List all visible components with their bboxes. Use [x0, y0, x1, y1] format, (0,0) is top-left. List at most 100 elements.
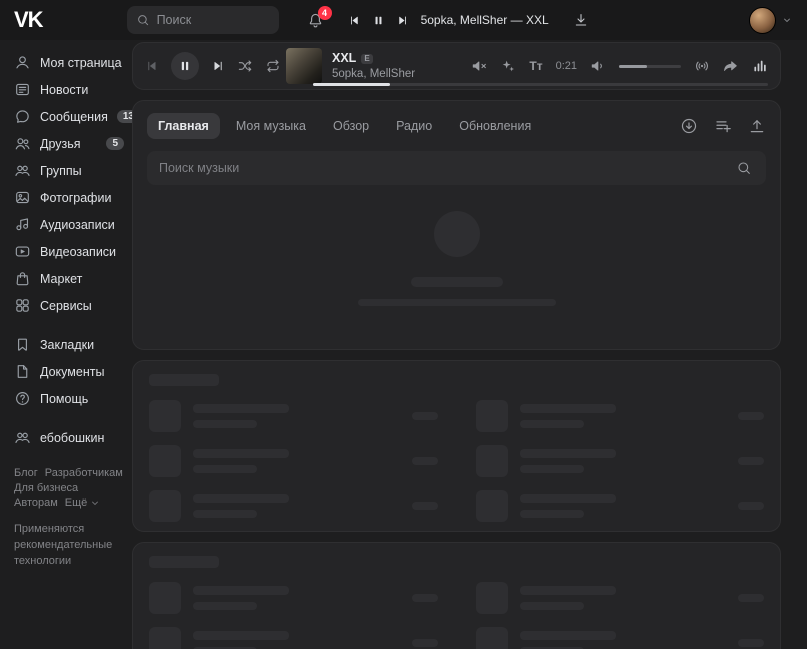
skeleton-thumb [476, 490, 508, 522]
elapsed-time: 0:21 [556, 60, 577, 72]
skeleton-row [476, 400, 765, 432]
equalizer-stats-icon[interactable] [752, 58, 768, 74]
skeleton-duration [412, 594, 438, 602]
skeleton-thumb [149, 445, 181, 477]
download-track-button[interactable] [573, 12, 589, 28]
tab-updates[interactable]: Обновления [448, 113, 542, 139]
skeleton-line [520, 449, 616, 458]
sidebar-item-market[interactable]: Маркет [14, 265, 124, 292]
track-meta: XXL E 5opka, MellSher [332, 50, 415, 81]
tab-overview[interactable]: Обзор [322, 113, 380, 139]
sidebar-item-label: Аудиозаписи [40, 218, 115, 232]
services-icon [14, 297, 31, 314]
sidebar-group-shortcut[interactable]: ебобошкин [14, 424, 124, 451]
skip-next-icon[interactable] [211, 59, 225, 73]
repeat-icon[interactable] [265, 58, 281, 74]
enhance-sparkle-icon[interactable] [500, 58, 516, 74]
skeleton-thumb [149, 400, 181, 432]
global-search-input[interactable] [157, 13, 270, 27]
document-icon [14, 363, 31, 380]
sidebar-item-news[interactable]: Новости [14, 76, 124, 103]
sidebar-item-services[interactable]: Сервисы [14, 292, 124, 319]
sidebar-item-photos[interactable]: Фотографии [14, 184, 124, 211]
topbar: VK 4 5opka, MellSher — XXL [0, 0, 807, 40]
notifications-button[interactable]: 4 [307, 12, 324, 29]
tab-my-music[interactable]: Моя музыка [225, 113, 317, 139]
global-search[interactable] [127, 6, 279, 34]
sidebar-item-documents[interactable]: Документы [14, 358, 124, 385]
skeleton-line [520, 465, 584, 473]
skip-previous-icon[interactable] [348, 14, 361, 27]
skeleton-duration [412, 457, 438, 465]
avatar [749, 7, 776, 34]
download-music-icon[interactable] [680, 117, 698, 135]
sidebar-item-help[interactable]: Помощь [14, 385, 124, 412]
footer-link-more[interactable]: Ещё [65, 497, 102, 509]
album-art[interactable] [286, 48, 322, 84]
skip-previous-icon[interactable] [145, 59, 159, 73]
user-icon [14, 54, 31, 71]
music-section-card: Главная Моя музыка Обзор Радио Обновлени… [132, 100, 781, 350]
pause-button[interactable] [171, 52, 199, 80]
skeleton-duration [412, 502, 438, 510]
progress-fill [313, 83, 390, 86]
skeleton-line [193, 404, 289, 413]
skeleton-thumb [476, 400, 508, 432]
sidebar-item-friends[interactable]: Друзья 5 [14, 130, 124, 157]
sidebar-item-label: Фотографии [40, 191, 111, 205]
music-header-actions [680, 117, 766, 135]
music-search-input[interactable] [159, 161, 722, 175]
recommendation-note: Применяются рекомендательные технологии [14, 522, 116, 570]
skeleton-row [476, 582, 765, 614]
skeleton-thumb [476, 627, 508, 649]
skeleton-line [520, 631, 616, 640]
pause-icon [178, 59, 192, 73]
footer-link-authors[interactable]: Авторам [14, 497, 58, 509]
sidebar-item-audio[interactable]: Аудиозаписи [14, 211, 124, 238]
explicit-icon: E [361, 54, 372, 64]
volume-fill [619, 65, 647, 68]
skeleton-line [193, 449, 289, 458]
volume-icon[interactable] [590, 58, 606, 74]
footer-link-blog[interactable]: Блог [14, 467, 38, 479]
footer-link-developers[interactable]: Разработчикам [45, 467, 123, 479]
vk-logo[interactable]: VK [14, 7, 43, 33]
footer-link-more-label: Ещё [65, 497, 88, 509]
skeleton-line [520, 510, 584, 518]
progress-bar[interactable] [313, 83, 768, 86]
broadcast-icon[interactable] [694, 58, 710, 74]
sidebar-item-bookmarks[interactable]: Закладки [14, 331, 124, 358]
share-icon[interactable] [723, 58, 739, 74]
friends-count-badge: 5 [106, 137, 124, 150]
skeleton-section-card [132, 542, 781, 649]
sidebar-item-label: Сообщения [40, 110, 108, 124]
shuffle-icon[interactable] [237, 58, 253, 74]
loading-empty-state [147, 185, 766, 306]
skip-next-icon[interactable] [396, 14, 409, 27]
tab-radio[interactable]: Радио [385, 113, 443, 139]
skeleton-track-grid [149, 400, 764, 522]
sidebar-item-label: Помощь [40, 392, 88, 406]
tab-main[interactable]: Главная [147, 113, 220, 139]
footer-link-business[interactable]: Для бизнеса [14, 482, 78, 494]
mute-icon[interactable] [471, 58, 487, 74]
music-search-button[interactable] [722, 151, 766, 185]
sidebar-item-label: Документы [40, 365, 104, 379]
sidebar-item-video[interactable]: Видеозаписи [14, 238, 124, 265]
music-search[interactable] [147, 151, 766, 185]
sidebar-item-messages[interactable]: Сообщения 130 [14, 103, 124, 130]
add-to-playlist-icon[interactable] [714, 117, 732, 135]
skeleton-track-grid [149, 582, 764, 649]
sidebar-item-my-page[interactable]: Моя страница [14, 49, 124, 76]
now-playing-title[interactable]: 5opka, MellSher — XXL [421, 13, 549, 27]
volume-slider[interactable] [619, 65, 681, 68]
pause-icon[interactable] [372, 14, 385, 27]
profile-menu[interactable] [749, 7, 793, 34]
sidebar-item-groups[interactable]: Группы [14, 157, 124, 184]
skeleton-duration [738, 412, 764, 420]
skeleton-line [520, 494, 616, 503]
lyrics-button[interactable]: Тт [529, 59, 542, 73]
sidebar-item-label: ебобошкин [40, 431, 104, 445]
photos-icon [14, 189, 31, 206]
upload-icon[interactable] [748, 117, 766, 135]
